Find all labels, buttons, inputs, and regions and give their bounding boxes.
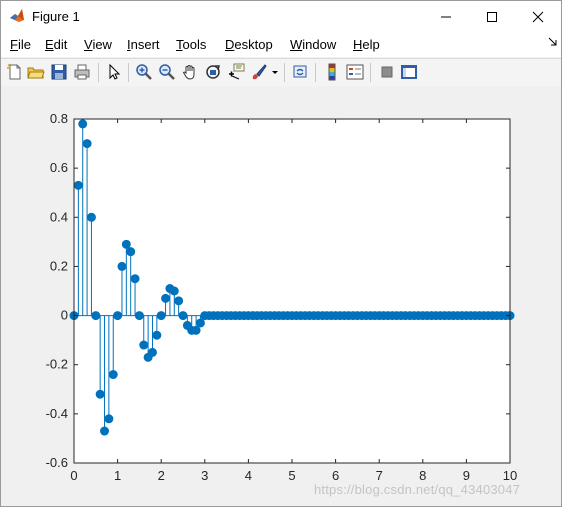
stem-marker — [117, 261, 127, 271]
menu-view[interactable]: View — [84, 37, 112, 52]
title-bar: Figure 1 — [1, 1, 561, 33]
minimize-button[interactable] — [423, 1, 469, 33]
menu-help[interactable]: Help — [353, 37, 380, 52]
colorbar-icon[interactable] — [323, 63, 341, 81]
stem-marker — [139, 340, 149, 350]
stem-marker — [121, 239, 131, 249]
stem-marker — [126, 247, 136, 257]
stem-marker — [134, 311, 144, 321]
stem-marker — [78, 119, 88, 129]
show-plot-tools-icon[interactable] — [400, 63, 418, 81]
stem-marker — [91, 311, 101, 321]
stem-plot[interactable]: 0 1 2 3 4 5 6 7 8 9 10 -0.6 -0.4 -0.2 0 0.2 0.4 0.6 0.8 — [1, 86, 561, 506]
rotate-3d-icon[interactable] — [204, 63, 222, 81]
axes-background — [74, 119, 510, 463]
toolbar-separator — [370, 63, 371, 82]
new-figure-icon[interactable] — [6, 63, 24, 81]
y-tick-label: 0.6 — [50, 160, 68, 175]
x-tick-label: 7 — [376, 468, 383, 483]
stem-marker — [100, 426, 110, 436]
stem-marker — [104, 414, 114, 424]
stem-marker — [178, 311, 188, 321]
menu-tools[interactable]: Tools — [176, 37, 206, 52]
menu-insert[interactable]: Insert — [127, 37, 160, 52]
toolbar-separator — [128, 63, 129, 82]
x-tick-label: 4 — [245, 468, 252, 483]
x-tick-label: 10 — [503, 468, 517, 483]
x-tick-label: 6 — [332, 468, 339, 483]
close-icon — [532, 11, 544, 23]
x-tick-label: 1 — [114, 468, 121, 483]
x-tick-label: 3 — [201, 468, 208, 483]
stem-marker — [95, 389, 105, 399]
stem-marker — [156, 311, 166, 321]
stem-marker — [161, 293, 171, 303]
stem-marker — [82, 139, 92, 149]
menu-edit[interactable]: Edit — [45, 37, 67, 52]
y-tick-label: 0.2 — [50, 258, 68, 273]
stem-marker — [191, 325, 201, 335]
y-tick-label: 0.4 — [50, 209, 68, 224]
open-file-icon[interactable] — [27, 63, 45, 81]
watermark-text: https://blog.csdn.net/qq_43403047 — [314, 482, 521, 497]
stem-marker — [147, 347, 157, 357]
print-icon[interactable] — [73, 63, 91, 81]
x-tick-label: 0 — [70, 468, 77, 483]
toolbar-separator — [284, 63, 285, 82]
y-tick-label: 0 — [61, 308, 68, 323]
zoom-out-icon[interactable] — [158, 63, 176, 81]
select-arrow-icon[interactable] — [105, 63, 123, 81]
window-title: Figure 1 — [32, 9, 80, 24]
menu-desktop[interactable]: Desktop — [225, 37, 273, 52]
stem-marker — [86, 212, 96, 222]
hide-plot-tools-icon[interactable] — [378, 63, 396, 81]
brush-dropdown-icon[interactable] — [271, 63, 289, 81]
pan-hand-icon[interactable] — [181, 63, 199, 81]
save-icon[interactable] — [50, 63, 68, 81]
y-tick-label: -0.6 — [46, 455, 68, 470]
y-tick-label: -0.4 — [46, 406, 68, 421]
figure-window: Figure 1 File Edit View Insert Tools Des… — [0, 0, 562, 507]
stem-marker — [108, 370, 118, 380]
y-tick-label: -0.2 — [46, 357, 68, 372]
toolbar-separator — [315, 63, 316, 82]
toolbar-separator — [98, 63, 99, 82]
stem-marker — [174, 296, 184, 306]
x-tick-label: 5 — [288, 468, 295, 483]
zoom-in-icon[interactable] — [135, 63, 153, 81]
legend-icon[interactable] — [346, 63, 364, 81]
close-button[interactable] — [515, 1, 561, 33]
stem-marker — [73, 180, 83, 190]
stem-marker — [195, 318, 205, 328]
data-cursor-icon[interactable] — [227, 63, 245, 81]
maximize-icon — [487, 12, 497, 22]
matlab-logo-icon — [9, 8, 25, 24]
brush-icon[interactable] — [250, 63, 268, 81]
menu-window[interactable]: Window — [290, 37, 336, 52]
stem-marker — [130, 274, 140, 284]
y-tick-label: 0.8 — [50, 111, 68, 126]
stem-marker — [152, 330, 162, 340]
toolbar — [1, 58, 561, 87]
x-tick-label: 2 — [158, 468, 165, 483]
x-tick-label: 9 — [463, 468, 470, 483]
dock-arrow-icon[interactable] — [548, 37, 558, 47]
link-plot-icon[interactable] — [291, 63, 309, 81]
stem-marker — [113, 311, 123, 321]
menu-bar: File Edit View Insert Tools Desktop Wind… — [1, 33, 561, 57]
menu-file[interactable]: File — [10, 37, 31, 52]
figure-area: 0 1 2 3 4 5 6 7 8 9 10 -0.6 -0.4 -0.2 0 0.2 0.4 0.6 0.8 — [1, 86, 561, 506]
maximize-button[interactable] — [469, 1, 515, 33]
minimize-icon — [441, 16, 451, 18]
stem-marker — [169, 286, 179, 296]
x-tick-label: 8 — [419, 468, 426, 483]
